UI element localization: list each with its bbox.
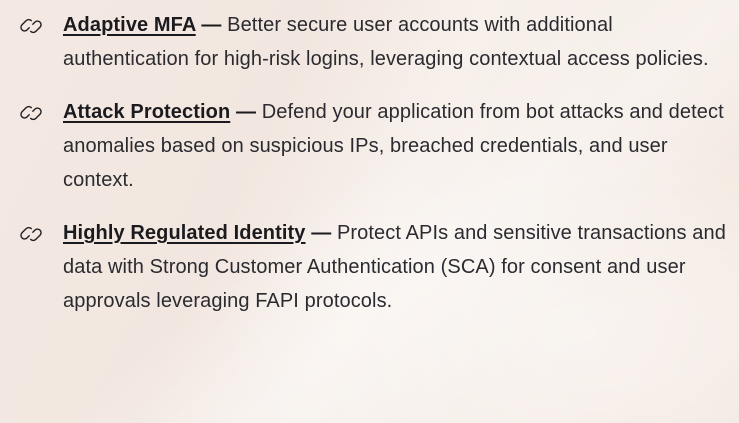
- link-icon: [17, 220, 45, 248]
- feature-separator: —: [230, 101, 262, 123]
- link-icon: [17, 99, 45, 127]
- feature-list: Adaptive MFA — Better secure user accoun…: [17, 8, 729, 318]
- feature-separator: —: [195, 14, 228, 36]
- feature-item-adaptive-mfa: Adaptive MFA — Better secure user accoun…: [17, 8, 729, 76]
- adaptive-mfa-link[interactable]: Adaptive MFA: [63, 14, 196, 36]
- link-icon: [17, 12, 45, 40]
- feature-separator: —: [305, 222, 337, 244]
- feature-item-highly-regulated-identity: Highly Regulated Identity — Protect APIs…: [17, 216, 729, 318]
- feature-item-attack-protection: Attack Protection — Defend your applicat…: [17, 95, 729, 197]
- attack-protection-link[interactable]: Attack Protection: [63, 101, 230, 123]
- highly-regulated-identity-link[interactable]: Highly Regulated Identity: [63, 222, 306, 244]
